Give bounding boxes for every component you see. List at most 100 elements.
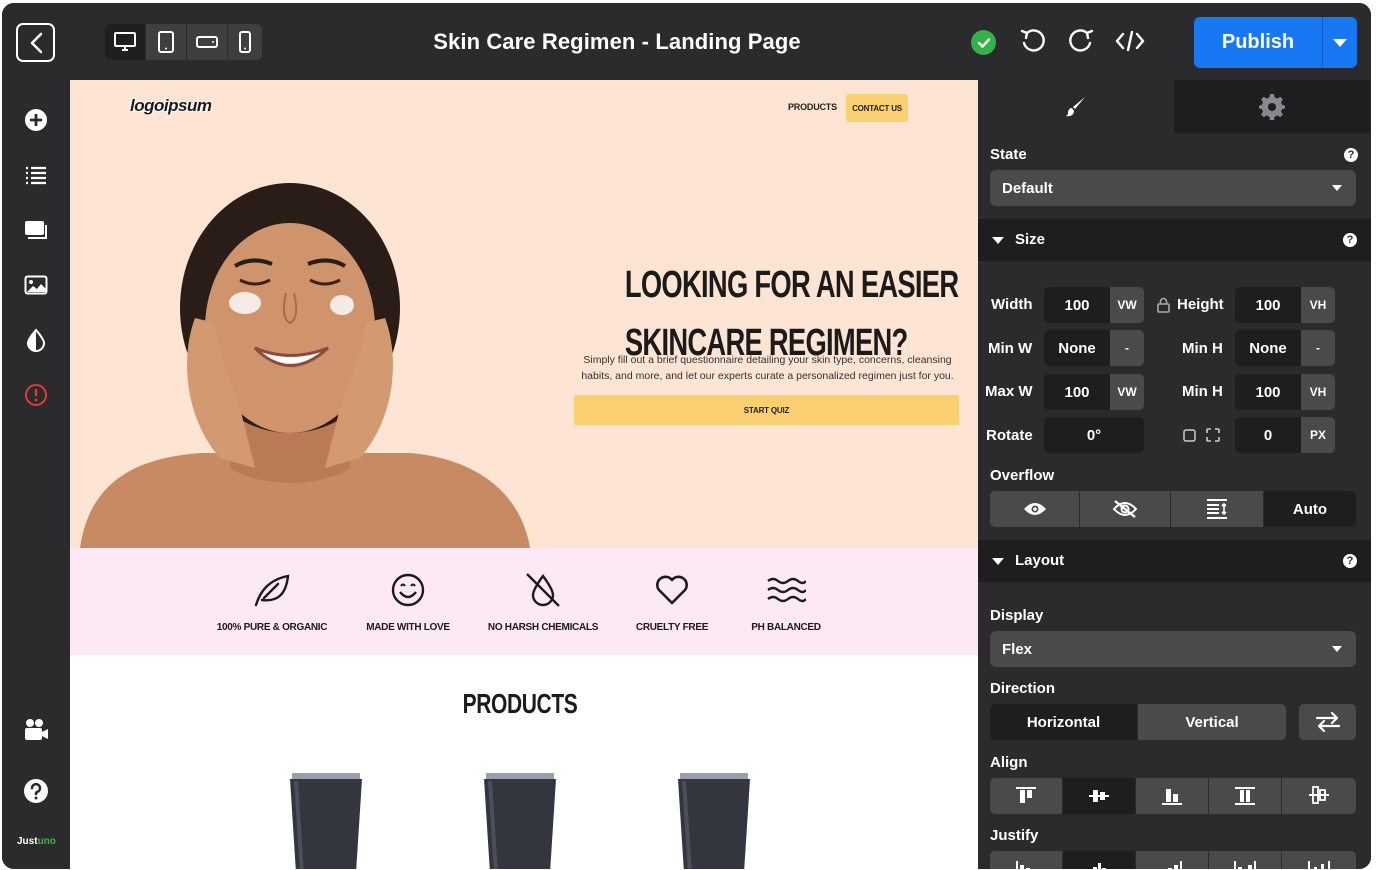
gear-icon bbox=[1259, 93, 1285, 120]
hero-model-image[interactable] bbox=[80, 168, 540, 548]
products-heading[interactable]: PRODUCTS bbox=[183, 688, 858, 720]
feature-cruelty-free[interactable]: CRUELTY FREE bbox=[612, 570, 732, 633]
feature-no-chemicals[interactable]: NO HARSH CHEMICALS bbox=[483, 570, 603, 633]
alerts-button[interactable] bbox=[20, 379, 52, 411]
max-height-unit[interactable]: VH bbox=[1301, 374, 1335, 410]
top-bar: Skin Care Regimen - Landing Page Publish bbox=[2, 3, 1371, 80]
width-value[interactable]: 100 bbox=[1044, 287, 1110, 323]
min-height-value[interactable]: None bbox=[1235, 330, 1301, 366]
overflow-hidden-button[interactable] bbox=[1080, 491, 1171, 527]
height-value[interactable]: 100 bbox=[1235, 287, 1301, 323]
state-select[interactable]: Default bbox=[990, 170, 1356, 206]
site-logo[interactable]: logoipsum bbox=[130, 96, 212, 116]
overflow-visible-button[interactable] bbox=[990, 491, 1080, 527]
align-center-button[interactable] bbox=[1063, 778, 1136, 814]
align-baseline-button[interactable] bbox=[1282, 778, 1356, 814]
max-width-unit[interactable]: VW bbox=[1110, 374, 1144, 410]
max-height-value[interactable]: 100 bbox=[1235, 374, 1301, 410]
justify-start-button[interactable] bbox=[990, 851, 1063, 869]
hero-section[interactable]: logoipsum PRODUCTS CONTACT US LOOKING FO… bbox=[70, 80, 978, 548]
square-corner-icon[interactable] bbox=[1183, 429, 1196, 442]
align-start-button[interactable] bbox=[990, 778, 1063, 814]
min-width-value[interactable]: None bbox=[1044, 330, 1110, 366]
height-field[interactable]: 100 VH bbox=[1235, 287, 1335, 323]
radius-field[interactable]: 0 PX bbox=[1235, 417, 1335, 453]
height-unit[interactable]: VH bbox=[1301, 287, 1335, 323]
individual-corners-icon[interactable] bbox=[1206, 428, 1220, 442]
min-width-field[interactable]: None - bbox=[1044, 330, 1144, 366]
desktop-view-button[interactable] bbox=[105, 24, 146, 60]
layers-button[interactable] bbox=[20, 159, 52, 191]
direction-vertical-button[interactable]: Vertical bbox=[1138, 704, 1286, 740]
max-width-value[interactable]: 100 bbox=[1044, 374, 1110, 410]
feature-love[interactable]: MADE WITH LOVE bbox=[348, 570, 468, 633]
publish-options-button[interactable] bbox=[1323, 17, 1357, 68]
min-width-unit[interactable]: - bbox=[1110, 330, 1144, 366]
display-select[interactable]: Flex bbox=[990, 631, 1356, 667]
reverse-direction-button[interactable] bbox=[1299, 704, 1356, 740]
max-width-field[interactable]: 100 VW bbox=[1044, 374, 1144, 410]
tablet-view-button[interactable] bbox=[146, 24, 187, 60]
hero-description[interactable]: Simply fill out a brief questionnaire de… bbox=[575, 352, 960, 384]
page-canvas[interactable]: logoipsum PRODUCTS CONTACT US LOOKING FO… bbox=[70, 80, 978, 869]
theme-button[interactable] bbox=[20, 324, 52, 356]
rotate-field[interactable]: 0° bbox=[1044, 417, 1144, 453]
size-help-icon[interactable]: ? bbox=[1343, 233, 1357, 247]
layout-help-icon[interactable]: ? bbox=[1343, 554, 1357, 568]
video-tutorials-button[interactable] bbox=[20, 714, 52, 746]
justify-between-button[interactable] bbox=[1209, 851, 1282, 869]
direction-options: Horizontal Vertical bbox=[990, 704, 1286, 740]
align-end-button[interactable] bbox=[1136, 778, 1209, 814]
tab-style[interactable] bbox=[978, 80, 1174, 133]
brand-logo: Justuno bbox=[17, 836, 56, 847]
radius-value[interactable]: 0 bbox=[1235, 417, 1301, 453]
min-height-field[interactable]: None - bbox=[1235, 330, 1335, 366]
justify-around-button[interactable] bbox=[1282, 851, 1356, 869]
mobile-view-button[interactable] bbox=[228, 24, 262, 60]
align-top-icon bbox=[1016, 787, 1036, 803]
help-button[interactable] bbox=[20, 775, 52, 807]
layout-section-title: Layout bbox=[1015, 552, 1065, 569]
layers-icon bbox=[26, 166, 46, 185]
redo-button[interactable] bbox=[1065, 25, 1097, 57]
layout-section-header[interactable]: Layout ? bbox=[978, 540, 1371, 582]
state-help-icon[interactable]: ? bbox=[1344, 148, 1358, 162]
back-button[interactable] bbox=[16, 23, 55, 62]
start-quiz-button[interactable]: START QUIZ bbox=[574, 395, 959, 425]
size-section-header[interactable]: Size ? bbox=[978, 219, 1371, 261]
width-unit[interactable]: VW bbox=[1110, 287, 1144, 323]
pages-button[interactable] bbox=[20, 214, 52, 246]
direction-horizontal-button[interactable]: Horizontal bbox=[990, 704, 1138, 740]
features-strip[interactable]: 100% PURE & ORGANIC MADE WITH LOVE NO HA… bbox=[70, 548, 978, 655]
publish-button[interactable]: Publish bbox=[1194, 17, 1323, 68]
product-tube-image[interactable] bbox=[482, 773, 558, 869]
overflow-auto-button[interactable]: Auto bbox=[1264, 491, 1356, 527]
product-tube-image[interactable] bbox=[288, 773, 364, 869]
no-drop-icon bbox=[526, 573, 560, 607]
feature-organic[interactable]: 100% PURE & ORGANIC bbox=[212, 570, 332, 633]
display-select-value: Flex bbox=[1002, 640, 1033, 658]
nav-products-link[interactable]: PRODUCTS bbox=[788, 102, 837, 112]
align-stretch-button[interactable] bbox=[1209, 778, 1282, 814]
rotate-value[interactable]: 0° bbox=[1044, 417, 1144, 453]
justify-center-button[interactable] bbox=[1063, 851, 1136, 869]
min-height-unit[interactable]: - bbox=[1301, 330, 1335, 366]
overflow-scroll-button[interactable] bbox=[1171, 491, 1264, 527]
feature-ph-balanced[interactable]: PH BALANCED bbox=[726, 570, 846, 633]
width-field[interactable]: 100 VW bbox=[1044, 287, 1144, 323]
code-button[interactable] bbox=[1114, 25, 1146, 57]
lock-icon[interactable] bbox=[1157, 297, 1170, 313]
nav-contact-button[interactable]: CONTACT US bbox=[846, 94, 908, 122]
smile-icon bbox=[391, 573, 425, 607]
tab-settings[interactable] bbox=[1174, 80, 1370, 133]
max-height-field[interactable]: 100 VH bbox=[1235, 374, 1335, 410]
add-element-button[interactable] bbox=[20, 104, 52, 136]
justify-end-button[interactable] bbox=[1136, 851, 1209, 869]
radius-unit[interactable]: PX bbox=[1301, 417, 1335, 453]
state-select-value: Default bbox=[1002, 179, 1053, 197]
product-tube-image[interactable] bbox=[676, 773, 752, 869]
justify-label: Justify bbox=[990, 827, 1039, 844]
undo-button[interactable] bbox=[1017, 25, 1049, 57]
tablet-landscape-view-button[interactable] bbox=[187, 24, 228, 60]
media-button[interactable] bbox=[20, 269, 52, 301]
